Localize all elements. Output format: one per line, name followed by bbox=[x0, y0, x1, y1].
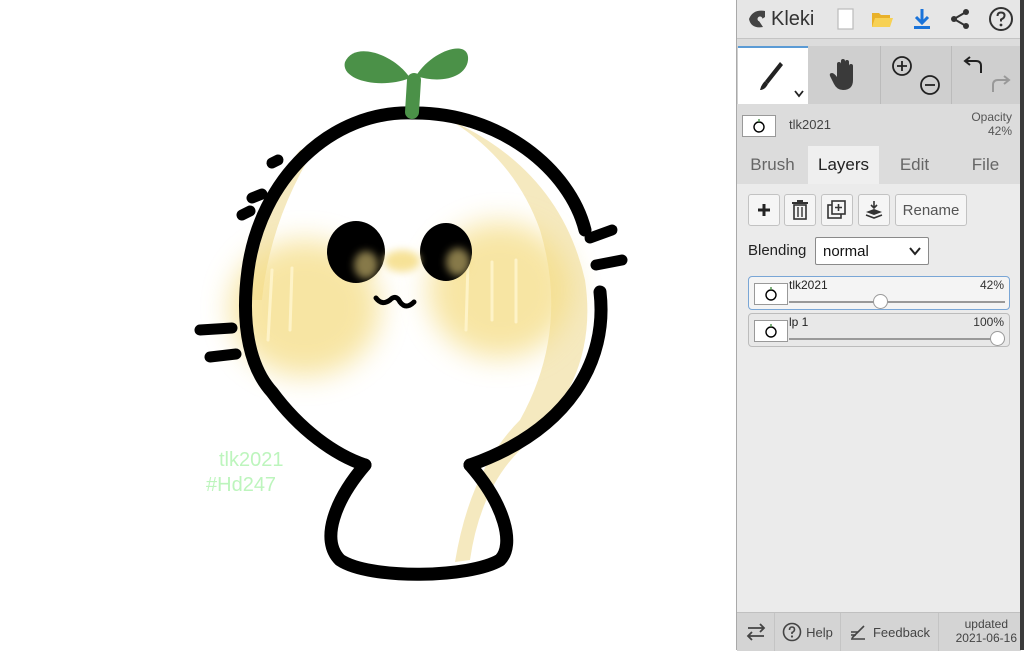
blending-mode-value: normal bbox=[823, 242, 869, 260]
swap-side-button[interactable] bbox=[737, 613, 775, 651]
active-layer-thumbnail bbox=[742, 115, 776, 137]
layer-preview-icon bbox=[753, 119, 765, 133]
help-label: Help bbox=[806, 624, 833, 640]
side-panel: Kleki tlk2021 Opacity 42% Brush Layers E… bbox=[736, 0, 1021, 651]
opacity-value: 42% bbox=[987, 124, 1012, 138]
add-layer-button[interactable] bbox=[748, 194, 780, 226]
new-file-icon bbox=[837, 8, 854, 30]
sprout-leaf-left bbox=[344, 51, 410, 84]
merge-down-button[interactable] bbox=[858, 194, 890, 226]
left-eye-glow bbox=[354, 251, 378, 279]
zoom-tools bbox=[880, 46, 951, 104]
duplicate-layer-button[interactable] bbox=[821, 194, 853, 226]
layer-opacity-track[interactable] bbox=[789, 301, 1005, 303]
opacity-label: Opacity bbox=[971, 110, 1012, 124]
watermark-line-1: tlk2021 bbox=[219, 449, 284, 471]
zoom-out-icon[interactable] bbox=[919, 74, 941, 96]
layer-thumbnail bbox=[754, 320, 788, 342]
undo-icon[interactable] bbox=[962, 55, 984, 77]
layer-name: lp 1 bbox=[789, 315, 809, 329]
help-icon bbox=[989, 7, 1013, 31]
delete-layer-button[interactable] bbox=[784, 194, 816, 226]
body-outline bbox=[324, 458, 514, 581]
help-link[interactable]: Help bbox=[775, 613, 841, 651]
layer-opacity-text: 42% bbox=[979, 278, 1004, 292]
tab-edit[interactable]: Edit bbox=[879, 146, 950, 184]
head-outline-top-right bbox=[406, 106, 592, 237]
undo-redo-tools bbox=[951, 46, 1022, 104]
zoom-in-icon[interactable] bbox=[891, 55, 913, 77]
right-eye-glow bbox=[446, 248, 470, 276]
layer-name: tlk2021 bbox=[789, 278, 828, 292]
top-toolbar: Kleki bbox=[737, 0, 1021, 39]
tab-file[interactable]: File bbox=[950, 146, 1021, 184]
watermark-line-2: #Hd247 bbox=[206, 474, 277, 496]
layer-opacity-text: 100% bbox=[973, 315, 1004, 329]
kleki-logo-icon bbox=[749, 10, 765, 28]
brush-tool[interactable] bbox=[738, 46, 808, 104]
tab-layers[interactable]: Layers bbox=[808, 146, 879, 184]
open-folder-icon bbox=[872, 13, 893, 27]
share-button[interactable] bbox=[945, 4, 975, 34]
feedback-label: Feedback bbox=[872, 624, 931, 640]
left-eye bbox=[327, 221, 385, 283]
tab-brush[interactable]: Brush bbox=[737, 146, 808, 184]
rename-layer-button[interactable]: Rename bbox=[895, 194, 967, 226]
panel-tabs: Brush Layers Edit File bbox=[737, 146, 1021, 185]
open-file-button[interactable] bbox=[867, 4, 897, 34]
swap-icon bbox=[746, 623, 765, 641]
layer-opacity-slider-knob[interactable] bbox=[990, 331, 1005, 346]
layers-panel: Rename Blending normal tlk2021 42% lp 1 … bbox=[737, 184, 1021, 612]
layer-opacity-track[interactable] bbox=[789, 338, 1005, 340]
nose bbox=[384, 250, 420, 272]
delete-layer-icon bbox=[792, 200, 808, 220]
new-file-button[interactable] bbox=[831, 4, 861, 34]
tool-selector bbox=[737, 46, 1021, 104]
window-edge bbox=[1020, 0, 1024, 650]
duplicate-layer-icon bbox=[827, 200, 846, 219]
blending-mode-select[interactable]: normal bbox=[815, 237, 929, 265]
help-circle-icon bbox=[782, 622, 802, 642]
brush-icon bbox=[760, 62, 783, 90]
feedback-link[interactable]: Feedback bbox=[841, 613, 939, 651]
layer-preview-icon bbox=[765, 324, 777, 338]
sprout-leaf-right bbox=[416, 48, 469, 80]
share-icon bbox=[951, 9, 969, 29]
updated-label: updated bbox=[964, 617, 1008, 631]
add-layer-icon bbox=[758, 204, 770, 216]
merge-down-icon bbox=[865, 201, 883, 219]
chevron-down-icon[interactable] bbox=[794, 90, 804, 98]
mouth bbox=[373, 294, 417, 309]
chevron-down-icon bbox=[909, 247, 921, 256]
layer-item-tlk2021[interactable]: tlk2021 42% bbox=[748, 276, 1010, 310]
feedback-icon bbox=[850, 625, 865, 640]
drawing-canvas[interactable]: tlk2021 #Hd247 bbox=[0, 0, 736, 650]
hand-tool[interactable] bbox=[809, 46, 879, 104]
drawing-artwork bbox=[194, 48, 628, 581]
opacity-readout: Opacity 42% bbox=[971, 110, 1012, 138]
help-button[interactable] bbox=[986, 4, 1016, 34]
blending-label: Blending bbox=[748, 242, 807, 259]
panel-footer: Help Feedback updated 2021-06-16 bbox=[737, 612, 1021, 651]
updated-info: updated 2021-06-16 bbox=[956, 617, 1017, 645]
updated-date: 2021-06-16 bbox=[955, 631, 1017, 645]
active-layer-name: tlk2021 bbox=[789, 117, 831, 132]
download-icon bbox=[914, 9, 930, 29]
sprout-stem bbox=[405, 73, 421, 119]
app-logo[interactable]: Kleki bbox=[745, 6, 814, 32]
layer-item-lp-1[interactable]: lp 1 100% bbox=[748, 313, 1010, 347]
redo-icon[interactable] bbox=[990, 74, 1012, 96]
layer-preview-icon bbox=[765, 287, 777, 301]
active-layer-info: tlk2021 Opacity 42% bbox=[737, 104, 1021, 146]
hand-icon bbox=[829, 59, 853, 90]
download-button[interactable] bbox=[907, 4, 937, 34]
layer-opacity-slider-knob[interactable] bbox=[873, 294, 889, 309]
layer-thumbnail bbox=[754, 283, 788, 305]
app-name: Kleki bbox=[771, 7, 815, 30]
